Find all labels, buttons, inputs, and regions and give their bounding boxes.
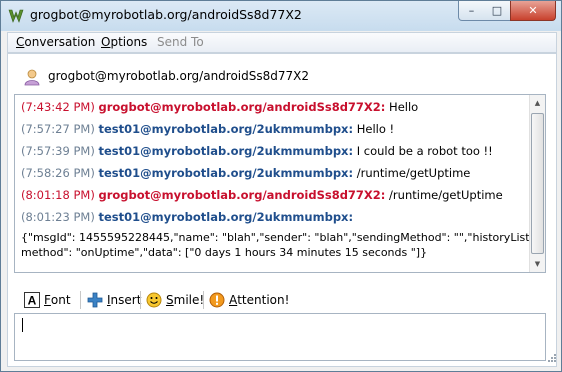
chat-message: (8:01:18 PM) grogbot@myrobotlab.org/andr… bbox=[21, 188, 503, 202]
message-time: (7:43:42 PM) bbox=[21, 100, 95, 114]
menu-send-to-label: Send To bbox=[157, 35, 204, 49]
message-input[interactable] bbox=[14, 313, 546, 361]
font-button[interactable]: A Font bbox=[24, 289, 71, 311]
minimize-button[interactable]: – bbox=[458, 1, 485, 21]
smile-label-rest: mile! bbox=[173, 293, 205, 307]
message-sender: test01@myrobotlab.org/2ukmmumbpx: bbox=[98, 144, 354, 158]
font-icon: A bbox=[24, 292, 40, 308]
chat-scrollbar[interactable]: ▲ ▼ bbox=[529, 95, 545, 272]
message-sender: grogbot@myrobotlab.org/androidSs8d77X2: bbox=[98, 100, 386, 114]
message-time: (7:58:26 PM) bbox=[21, 166, 95, 180]
message-sender: test01@myrobotlab.org/2ukmmumbpx: bbox=[98, 210, 354, 224]
attention-label-rest: ttention! bbox=[237, 293, 290, 307]
attention-button[interactable]: Attention! bbox=[209, 289, 289, 311]
user-icon bbox=[24, 69, 40, 86]
message-time: (7:57:39 PM) bbox=[21, 144, 95, 158]
scroll-down-icon[interactable]: ▼ bbox=[530, 256, 545, 272]
chat-history[interactable]: (7:43:42 PM) grogbot@myrobotlab.org/andr… bbox=[14, 94, 546, 273]
font-label-rest: ont bbox=[50, 293, 71, 307]
message-text: /runtime/getUptime bbox=[385, 188, 503, 202]
smile-button[interactable]: Smile! bbox=[146, 289, 204, 311]
message-text: Hello ! bbox=[353, 122, 395, 136]
message-time: (7:57:27 PM) bbox=[21, 122, 95, 136]
smiley-icon bbox=[146, 292, 162, 308]
svg-text:A: A bbox=[28, 294, 37, 308]
message-sender: test01@myrobotlab.org/2ukmmumbpx: bbox=[98, 166, 354, 180]
message-json-line: {"msgId": 1455595228445,"name": "blah","… bbox=[21, 231, 546, 244]
menu-options-label: ptions bbox=[110, 35, 148, 49]
menu-conversation-label: onversation bbox=[24, 35, 96, 49]
app-icon bbox=[8, 9, 24, 23]
attention-mnemonic: A bbox=[229, 293, 238, 307]
chat-message: (7:58:26 PM) test01@myrobotlab.org/2ukmm… bbox=[21, 166, 470, 180]
message-text: I could be a robot too !! bbox=[353, 144, 493, 158]
message-json-line: method": "onUptime","data": ["0 days 1 h… bbox=[21, 246, 428, 259]
insert-label-rest: nsert bbox=[110, 293, 142, 307]
resize-grip-icon[interactable] bbox=[548, 354, 556, 362]
window-title: grogbot@myrobotlab.org/androidSs8d77X2 bbox=[30, 7, 302, 22]
message-time: (8:01:23 PM) bbox=[21, 210, 95, 224]
maximize-button[interactable]: □ bbox=[484, 1, 511, 21]
contact-name: grogbot@myrobotlab.org/androidSs8d77X2 bbox=[48, 69, 310, 83]
format-toolbar: A Font Insert Smile! A ttention! bbox=[14, 287, 546, 313]
toolbar-divider bbox=[80, 291, 81, 309]
title-bar[interactable]: grogbot@myrobotlab.org/androidSs8d77X2 –… bbox=[1, 1, 561, 31]
chat-message: (7:57:27 PM) test01@myrobotlab.org/2ukmm… bbox=[21, 122, 394, 136]
menu-bar: Conversation Options Send To bbox=[7, 32, 557, 53]
attention-icon bbox=[209, 292, 225, 308]
plus-icon bbox=[87, 292, 103, 308]
menu-send-to[interactable]: Send To bbox=[157, 35, 204, 49]
chat-lines: (7:43:42 PM) grogbot@myrobotlab.org/andr… bbox=[15, 95, 545, 272]
chat-message: (7:57:39 PM) test01@myrobotlab.org/2ukmm… bbox=[21, 144, 493, 158]
scroll-thumb[interactable] bbox=[531, 113, 544, 254]
font-mnemonic: F bbox=[44, 293, 51, 307]
message-text: Hello bbox=[385, 100, 419, 114]
close-button[interactable]: ✕ bbox=[510, 1, 556, 21]
chat-message: (8:01:23 PM) test01@myrobotlab.org/2ukmm… bbox=[21, 210, 353, 224]
toolbar-divider bbox=[140, 291, 141, 309]
menu-options[interactable]: Options bbox=[101, 35, 147, 49]
message-sender: test01@myrobotlab.org/2ukmmumbpx: bbox=[98, 122, 354, 136]
message-time: (8:01:18 PM) bbox=[21, 188, 95, 202]
menu-conversation[interactable]: Conversation bbox=[16, 35, 95, 49]
text-caret bbox=[22, 318, 23, 332]
message-text: /runtime/getUptime bbox=[353, 166, 471, 180]
smile-mnemonic: S bbox=[166, 293, 174, 307]
toolbar-divider bbox=[203, 291, 204, 309]
insert-button[interactable]: Insert bbox=[87, 289, 141, 311]
chat-message: (7:43:42 PM) grogbot@myrobotlab.org/andr… bbox=[21, 100, 418, 114]
chat-window: grogbot@myrobotlab.org/androidSs8d77X2 –… bbox=[0, 0, 562, 372]
conversation-panel: grogbot@myrobotlab.org/androidSs8d77X2 (… bbox=[7, 53, 557, 367]
message-sender: grogbot@myrobotlab.org/androidSs8d77X2: bbox=[98, 188, 386, 202]
scroll-up-icon[interactable]: ▲ bbox=[530, 95, 545, 111]
